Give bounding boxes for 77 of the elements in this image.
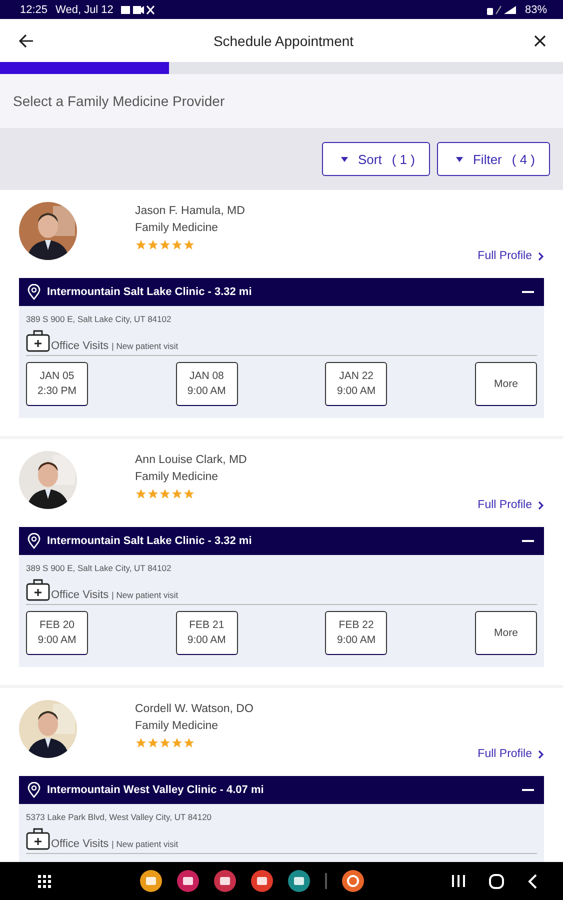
app-icon[interactable] — [214, 870, 236, 892]
recent-apps-icon[interactable] — [452, 874, 465, 888]
clinic-address: 389 S 900 E, Salt Lake City, UT 84102 — [26, 563, 172, 573]
home-icon[interactable] — [489, 874, 504, 888]
time-slot-button[interactable]: FEB 22 9:00 AM — [325, 611, 388, 655]
apps-grid-icon[interactable] — [38, 874, 51, 888]
provider-name: Ann Louise Clark, MD — [135, 454, 248, 466]
provider-name: Jason F. Hamula, MD — [135, 205, 246, 217]
star-icon — [159, 239, 171, 251]
provider-specialty: Family Medicine — [135, 471, 220, 483]
star-icon — [183, 737, 195, 749]
full-profile-link[interactable]: Full Profile — [478, 250, 544, 262]
visit-detail: | New patient visit — [112, 341, 178, 351]
back-nav-icon[interactable] — [528, 874, 537, 888]
chevron-icon — [538, 500, 544, 510]
app-icon[interactable] — [288, 870, 310, 892]
location-pin-icon — [27, 533, 41, 549]
notification-icons — [121, 4, 156, 14]
medical-bag-icon — [26, 828, 50, 850]
star-icon — [147, 488, 159, 500]
clinic-header[interactable]: Intermountain Salt Lake Clinic - 3.32 mi — [19, 278, 544, 306]
star-icon — [135, 239, 147, 251]
time-slot-button[interactable]: JAN 05 2:30 PM — [26, 362, 88, 406]
medical-bag-icon — [26, 330, 50, 352]
star-icon — [159, 488, 171, 500]
visit-detail: | New patient visit — [112, 839, 178, 849]
chevron-icon — [538, 750, 544, 758]
time-slot-button[interactable]: FEB 21 9:00 AM — [176, 611, 238, 655]
clinic-address: 389 S 900 E, Salt Lake City, UT 84102 — [26, 314, 172, 324]
full-profile-link[interactable]: Full Profile — [478, 748, 544, 760]
visit-type: Office Visits — [51, 589, 109, 601]
star-icon — [135, 737, 147, 749]
status-date: Wed, Jul 12 — [56, 4, 114, 16]
caret-icon — [456, 156, 463, 162]
star-icon — [171, 488, 183, 500]
location-pin-icon — [27, 782, 41, 798]
visit-type: Office Visits — [51, 340, 109, 352]
app-icon[interactable] — [250, 870, 272, 892]
time-slot-button[interactable]: JAN 22 9:00 AM — [325, 362, 388, 406]
caret-icon — [341, 156, 348, 162]
star-icon — [183, 488, 195, 500]
battery-level: 83% — [524, 4, 547, 16]
sort-button[interactable]: Sort ( 1 ) — [322, 142, 430, 176]
section-subtitle: Select a Family Medicine Provider — [13, 93, 225, 109]
clinic-address: 5373 Lake Park Blvd, West Valley City, UT 84120 — [26, 812, 213, 822]
star-icon — [147, 737, 159, 749]
app-icon[interactable] — [342, 870, 364, 892]
visit-type: Office Visits — [51, 838, 109, 850]
provider-name: Cordell W. Watson, DO — [135, 703, 254, 715]
star-icon — [183, 239, 195, 251]
signal-icons — [486, 4, 517, 14]
time-slot-button[interactable]: JAN 08 9:00 AM — [176, 362, 238, 406]
app-icon[interactable] — [140, 870, 162, 892]
clinic-name: Intermountain West Valley Clinic - 4.07 mi — [47, 784, 265, 796]
star-icon — [135, 488, 147, 500]
screen-title: Schedule Appointment — [212, 32, 355, 48]
location-pin-icon — [27, 284, 41, 300]
more-button[interactable]: More — [474, 362, 537, 406]
provider-specialty: Family Medicine — [135, 720, 220, 732]
chevron-icon — [538, 252, 544, 260]
time-slot-button[interactable]: FEB 20 9:00 AM — [26, 611, 88, 655]
visit-detail: | New patient visit — [112, 590, 178, 600]
star-icon — [171, 239, 183, 251]
provider-specialty: Family Medicine — [135, 222, 220, 234]
clinic-name: Intermountain Salt Lake Clinic - 3.32 mi — [47, 286, 253, 298]
filter-button[interactable]: Filter ( 4 ) — [436, 142, 550, 176]
app-icon[interactable] — [176, 870, 198, 892]
star-icon — [171, 737, 183, 749]
star-icon — [147, 239, 159, 251]
more-button[interactable]: More — [474, 611, 537, 655]
full-profile-link[interactable]: Full Profile — [478, 499, 544, 511]
status-time: 12:25 — [20, 4, 48, 16]
star-icon — [159, 737, 171, 749]
medical-bag-icon — [26, 579, 50, 601]
clinic-header[interactable]: Intermountain Salt Lake Clinic - 3.32 mi — [19, 527, 544, 555]
clinic-name: Intermountain Salt Lake Clinic - 3.32 mi — [47, 535, 253, 547]
clinic-header[interactable]: Intermountain West Valley Clinic - 4.07 mi — [19, 776, 544, 804]
